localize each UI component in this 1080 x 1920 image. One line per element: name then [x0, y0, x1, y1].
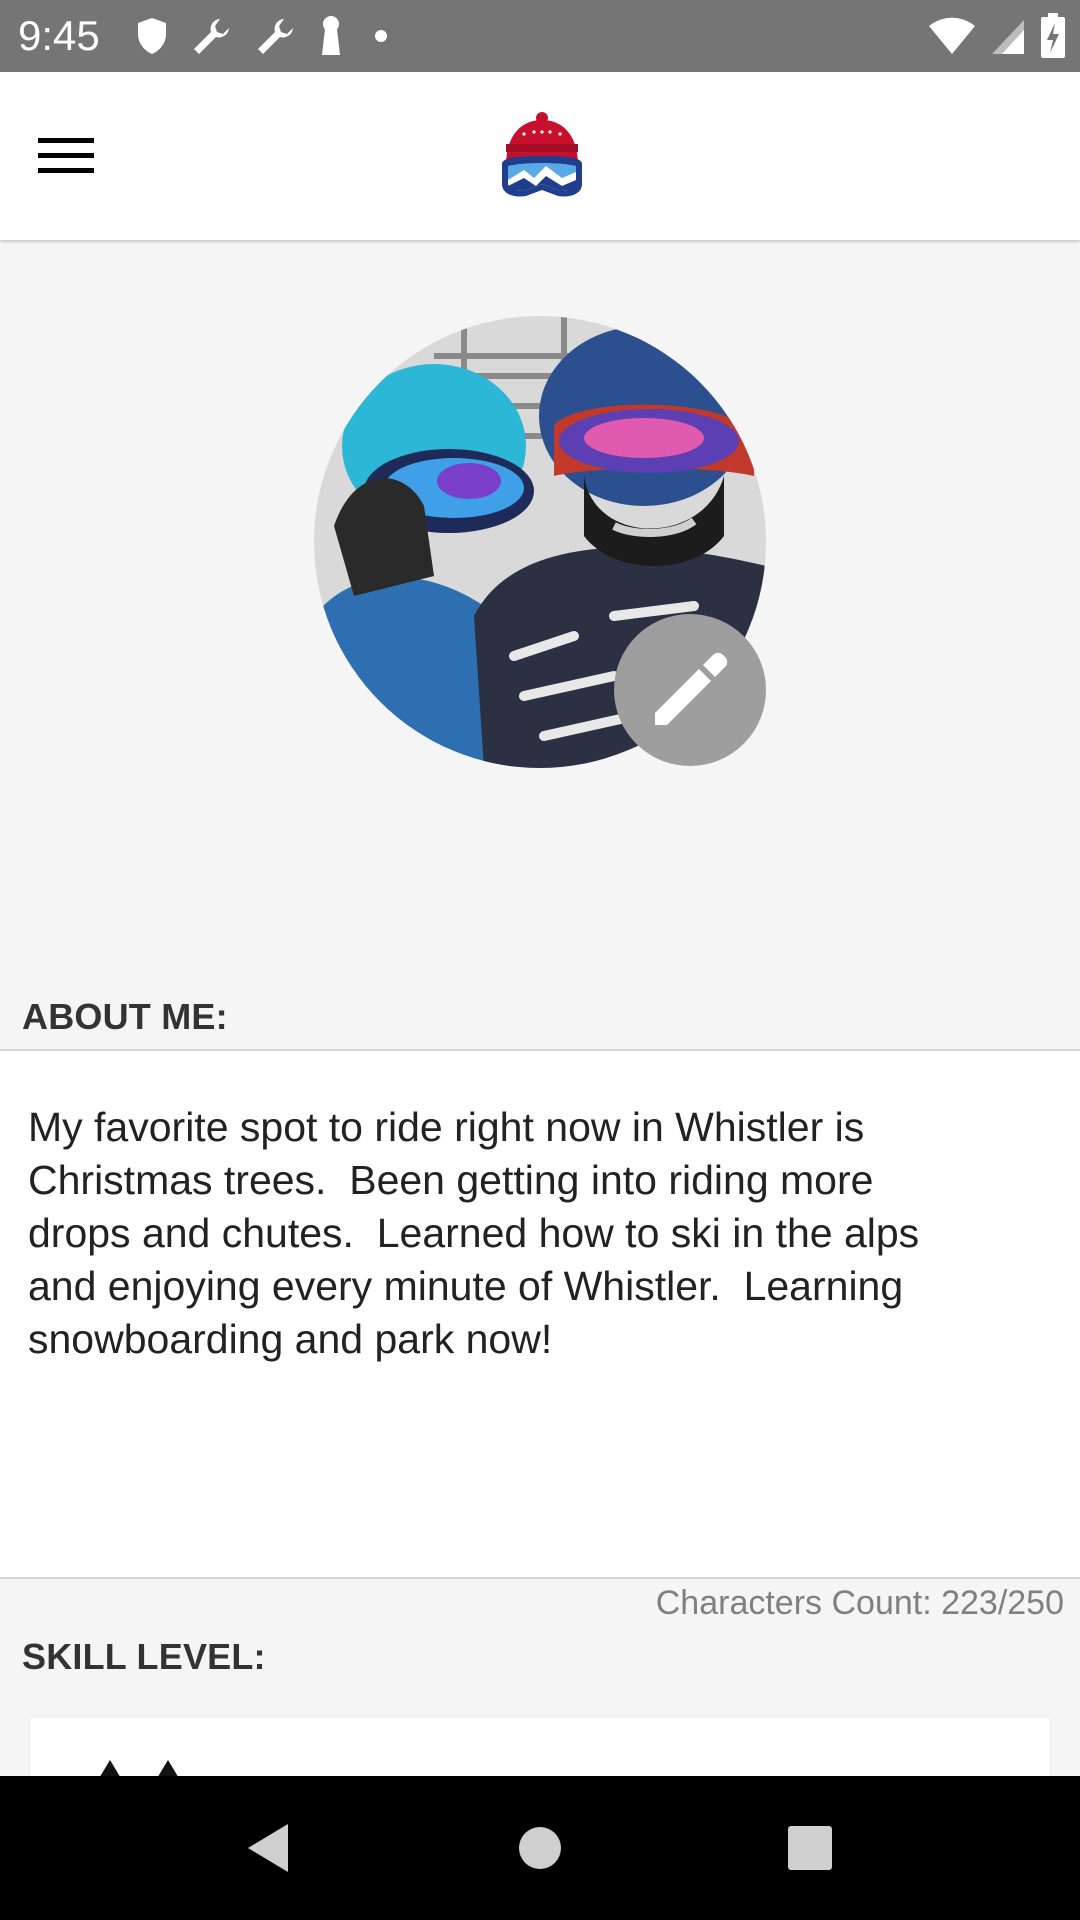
wrench-icon: [254, 15, 296, 57]
back-icon: [248, 1824, 288, 1872]
dot-icon: [366, 26, 396, 46]
skill-level-card[interactable]: [30, 1718, 1050, 1780]
skill-level-label: SKILL LEVEL:: [22, 1636, 266, 1677]
wrench-icon: [190, 15, 232, 57]
wifi-icon: [928, 16, 976, 56]
navigation-bar: [0, 1776, 1080, 1920]
battery-charging-icon: [1040, 13, 1066, 59]
menu-button[interactable]: [26, 118, 106, 194]
shield-icon: [136, 16, 168, 56]
edit-avatar-button[interactable]: [614, 614, 766, 766]
status-bar: 9:45: [0, 0, 1080, 72]
recents-button[interactable]: [774, 1812, 846, 1884]
home-button[interactable]: [504, 1812, 576, 1884]
recents-icon: [788, 1826, 832, 1870]
about-me-field[interactable]: My favorite spot to ride right now in Wh…: [0, 1049, 1080, 1579]
character-count: Characters Count: 223/250: [655, 1584, 1064, 1622]
status-left-icons: [136, 14, 396, 58]
app-bar: [0, 72, 1080, 240]
about-me-label: ABOUT ME:: [22, 996, 228, 1037]
home-icon: [519, 1827, 561, 1869]
about-me-text[interactable]: My favorite spot to ride right now in Wh…: [28, 1101, 1038, 1366]
status-right-icons: [928, 13, 1066, 59]
signal-icon: [990, 16, 1026, 56]
status-time: 9:45: [18, 12, 100, 59]
hamburger-menu-icon: [38, 138, 94, 173]
keyhole-icon: [318, 15, 344, 57]
back-button[interactable]: [232, 1812, 304, 1884]
app-logo: [494, 110, 590, 206]
pencil-icon: [655, 652, 728, 725]
ski-beanie-goggles-logo: [502, 112, 582, 197]
